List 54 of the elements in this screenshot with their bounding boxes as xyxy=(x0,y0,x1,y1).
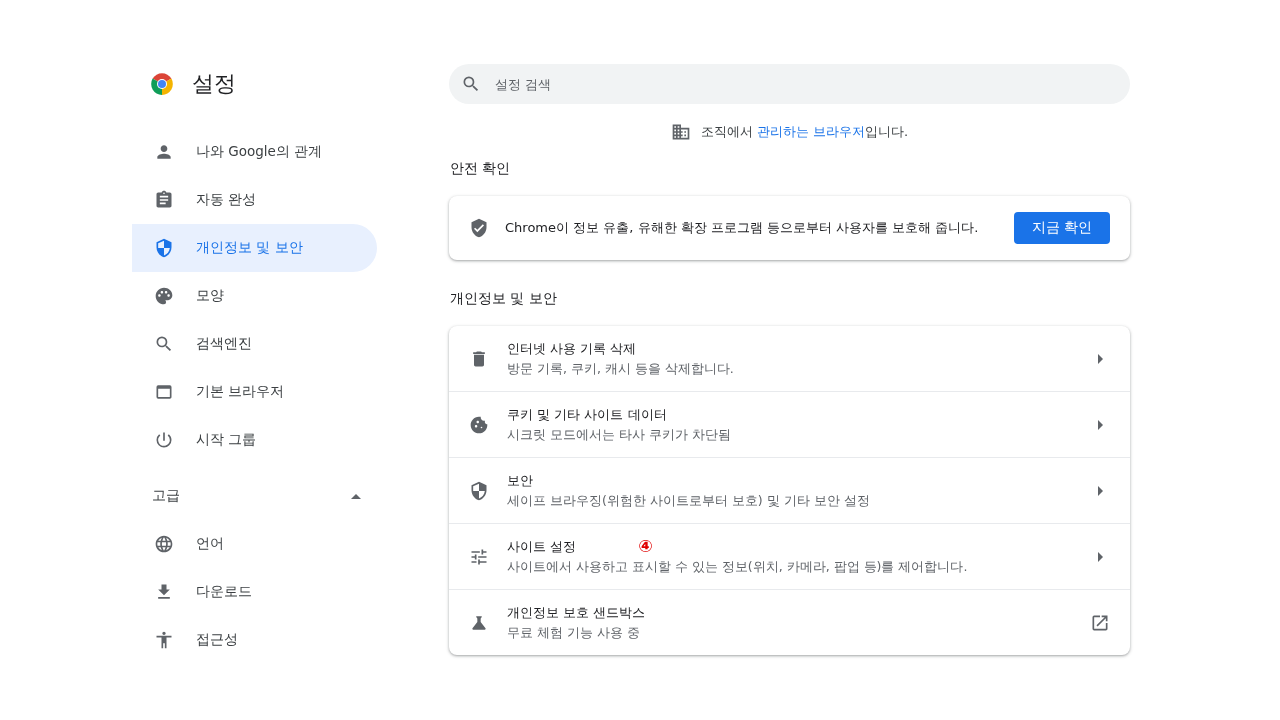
row-title: 보안 xyxy=(507,471,533,490)
settings-row[interactable]: 개인정보 보호 샌드박스 무료 체험 기능 사용 중 xyxy=(449,589,1130,655)
sidebar-item[interactable]: 자동 완성 xyxy=(132,176,377,224)
settings-row[interactable]: 인터넷 사용 기록 삭제 방문 기록, 쿠키, 캐시 등을 삭제합니다. xyxy=(449,326,1130,391)
sidebar-item[interactable]: 모양 xyxy=(132,272,377,320)
row-title: 사이트 설정 xyxy=(507,537,577,556)
check-now-button[interactable]: 지금 확인 xyxy=(1013,212,1110,244)
sidebar-item[interactable]: 기본 브라우저 xyxy=(132,368,377,416)
chrome-logo-icon xyxy=(150,72,174,96)
sidebar-item[interactable]: 개인정보 및 보안 xyxy=(132,224,377,272)
row-subtitle: 무료 체험 기능 사용 중 xyxy=(507,624,641,642)
section-heading: 안전 확인 xyxy=(450,160,512,178)
search-field[interactable]: 설정 검색 xyxy=(449,64,1130,104)
arrow-right-icon xyxy=(1097,551,1103,562)
sidebar-item-icon xyxy=(154,238,174,258)
callout-number: ④ xyxy=(638,538,653,555)
caret-icon xyxy=(351,493,361,499)
row-subtitle: 사이트에서 사용하고 표시할 수 있는 정보(위치, 카메라, 팝업 등)를 제어합니다. xyxy=(507,558,969,576)
sidebar-item-icon xyxy=(154,334,174,354)
sidebar-item-icon xyxy=(154,534,174,554)
arrow-right-icon xyxy=(1097,485,1103,496)
managed-browser-link[interactable]: 관리하는 브라우저 xyxy=(756,124,866,139)
row-title: 인터넷 사용 기록 삭제 xyxy=(507,339,637,358)
managed-notice: 조직에서 관리하는 브라우저 입니다. xyxy=(700,123,909,141)
shield-check-icon xyxy=(469,218,489,238)
sidebar-item[interactable]: 언어 xyxy=(132,520,377,568)
sidebar-item-icon xyxy=(154,630,174,650)
row-title: 개인정보 보호 샌드박스 xyxy=(507,603,646,622)
sidebar-item-icon xyxy=(154,430,174,450)
sidebar-item[interactable]: 나와 Google의 관계 xyxy=(132,128,377,176)
safety-check-text: Chrome이 정보 유출, 유해한 확장 프로그램 등으로부터 사용자를 보호해 줍니다. xyxy=(505,219,979,237)
building-icon xyxy=(670,122,691,142)
sidebar-item-icon xyxy=(154,190,174,210)
row-subtitle: 시크릿 모드에서는 타사 쿠키가 차단됨 xyxy=(507,426,732,444)
page-title: 설정 xyxy=(192,70,236,98)
row-subtitle: 방문 기록, 쿠키, 캐시 등을 삭제합니다. xyxy=(507,360,735,378)
search-icon xyxy=(461,74,481,94)
sidebar-item[interactable]: 다운로드 xyxy=(132,568,377,616)
sidebar-item-icon xyxy=(154,286,174,306)
arrow-right-icon xyxy=(1097,353,1103,364)
sidebar-item[interactable]: 검색엔진 xyxy=(132,320,377,368)
sidebar-item-icon xyxy=(154,382,174,402)
arrow-right-icon xyxy=(1097,419,1103,430)
section-heading: 개인정보 및 보안 xyxy=(450,290,558,308)
sidebar-item[interactable]: 접근성 xyxy=(132,616,377,664)
settings-row[interactable]: 보안 세이프 브라우징(위험한 사이트로부터 보호) 및 기타 보안 설정 xyxy=(449,457,1130,523)
settings-row[interactable]: 쿠키 및 기타 사이트 데이터 시크릿 모드에서는 타사 쿠키가 차단됨 xyxy=(449,391,1130,457)
row-title: 쿠키 및 기타 사이트 데이터 xyxy=(507,405,667,424)
row-icon xyxy=(469,480,489,501)
row-subtitle: 세이프 브라우징(위험한 사이트로부터 보호) 및 기타 보안 설정 xyxy=(507,492,871,510)
settings-row[interactable]: 사이트 설정 ④ 사이트에서 사용하고 표시할 수 있는 정보(위치, 카메라, 팝업 등)를 제어합니다. xyxy=(449,523,1130,589)
advanced-toggle[interactable]: 고급 xyxy=(132,472,377,520)
sidebar-item[interactable]: 시작 그룹 xyxy=(132,416,377,464)
row-icon xyxy=(469,414,489,435)
